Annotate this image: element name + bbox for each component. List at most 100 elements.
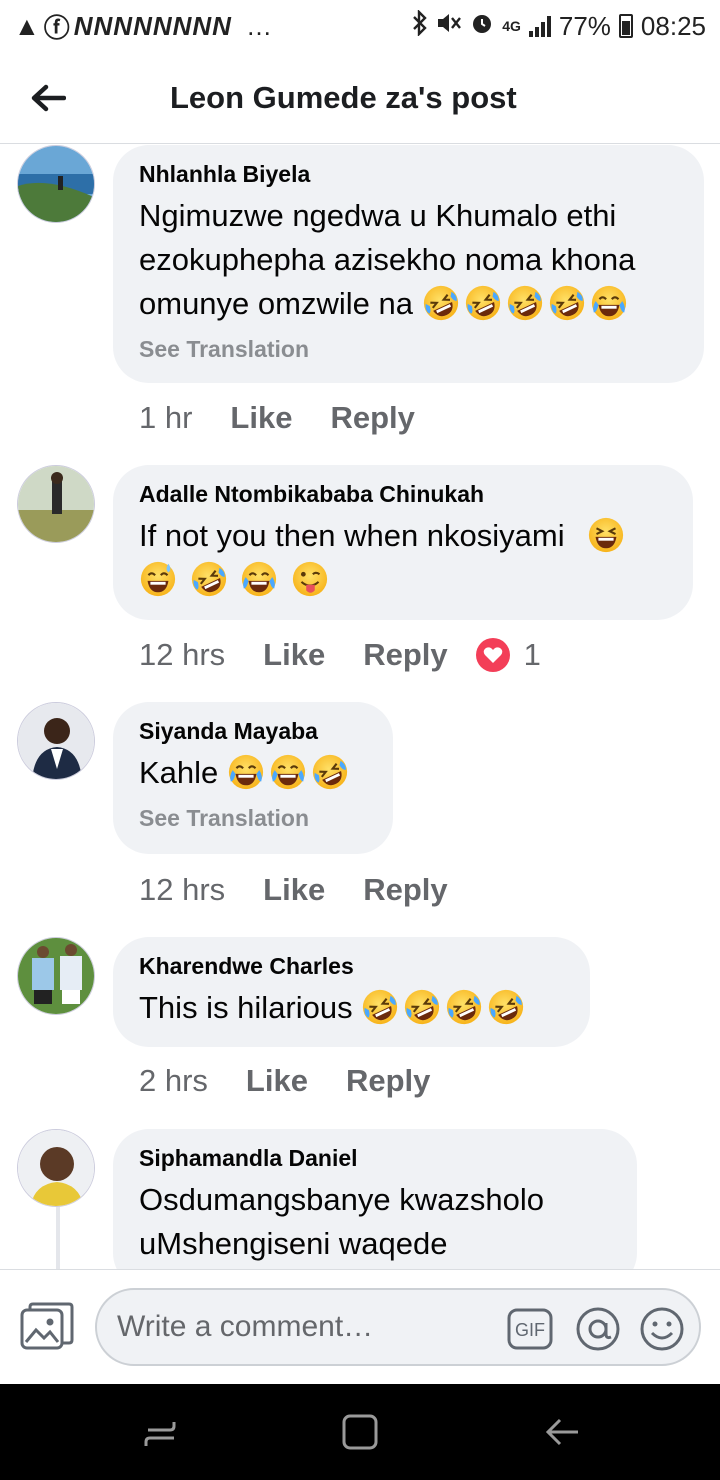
avatar[interactable] bbox=[17, 702, 95, 780]
comments-list[interactable]: Nhlanhla Biyela Ngimuzwe ngedwa u Khumal… bbox=[0, 145, 720, 1269]
laughing-emoji-icon bbox=[587, 516, 625, 554]
comment-time: 1 hr bbox=[139, 400, 193, 435]
comment-bubble[interactable]: Adalle Ntombikababa Chinukah If not you … bbox=[113, 465, 693, 620]
reply-button[interactable]: Reply bbox=[330, 400, 414, 436]
home-button[interactable] bbox=[340, 1412, 380, 1452]
comment-text: This is hilarious bbox=[139, 986, 564, 1030]
like-button[interactable]: Like bbox=[230, 400, 292, 436]
comment-actions: 12 hrs Like Reply bbox=[139, 872, 486, 908]
battery-percent: 77% bbox=[558, 10, 611, 41]
comment-text: If not you then when nkosiyami bbox=[139, 514, 667, 602]
comment-actions: 1 hr Like Reply bbox=[139, 400, 453, 436]
reply-thread-line bbox=[56, 1207, 60, 1269]
avatar[interactable] bbox=[17, 145, 95, 223]
smiley-icon bbox=[640, 1307, 684, 1351]
comment-bubble[interactable]: Siyanda Mayaba Kahle See Translation bbox=[113, 702, 393, 854]
rofl-emoji-icon bbox=[403, 988, 441, 1026]
comment-input[interactable] bbox=[117, 1310, 487, 1344]
home-icon bbox=[342, 1414, 378, 1450]
system-navigation-bar bbox=[0, 1384, 720, 1480]
comment-body: Kahle bbox=[139, 755, 219, 790]
photo-button[interactable] bbox=[20, 1302, 74, 1352]
rofl-emoji-icon bbox=[311, 753, 349, 791]
recents-button[interactable] bbox=[140, 1412, 180, 1452]
rofl-emoji-icon bbox=[190, 560, 228, 598]
reply-button[interactable]: Reply bbox=[346, 1063, 430, 1099]
see-translation-link[interactable]: See Translation bbox=[139, 336, 678, 363]
page-title: Leon Gumede za's post bbox=[170, 79, 517, 115]
like-button[interactable]: Like bbox=[246, 1063, 308, 1099]
alert-icon: ▲ bbox=[14, 10, 40, 41]
rofl-emoji-icon bbox=[487, 988, 525, 1026]
recents-icon bbox=[144, 1422, 176, 1446]
mute-icon bbox=[436, 11, 462, 42]
app-header: Leon Gumede za's post bbox=[0, 52, 720, 144]
photo-icon bbox=[20, 1302, 74, 1350]
heart-icon bbox=[475, 638, 510, 672]
battery-icon bbox=[618, 14, 633, 38]
joy-emoji-icon bbox=[240, 560, 278, 598]
facebook-notification-icon: ⓕ bbox=[43, 12, 70, 43]
rofl-emoji-icon bbox=[548, 284, 586, 322]
rofl-emoji-icon bbox=[506, 284, 544, 322]
rofl-emoji-icon bbox=[445, 988, 483, 1026]
wink-tongue-emoji-icon bbox=[291, 560, 329, 598]
reply-button[interactable]: Reply bbox=[363, 637, 447, 673]
like-button[interactable]: Like bbox=[263, 872, 325, 908]
joy-emoji-icon bbox=[269, 753, 307, 791]
alarm-icon bbox=[470, 11, 494, 42]
comment-author[interactable]: Adalle Ntombikababa Chinukah bbox=[139, 481, 667, 508]
back-button[interactable] bbox=[0, 52, 96, 144]
reaction-summary[interactable]: 1 bbox=[475, 637, 541, 673]
rofl-emoji-icon bbox=[464, 284, 502, 322]
comment-author[interactable]: Nhlanhla Biyela bbox=[139, 161, 678, 188]
comment-body: This is hilarious bbox=[139, 990, 353, 1025]
clock: 08:25 bbox=[640, 10, 706, 41]
back-nav-button[interactable] bbox=[542, 1412, 582, 1452]
gif-button[interactable]: GIF bbox=[507, 1306, 553, 1352]
comment-bubble[interactable]: Nhlanhla Biyela Ngimuzwe ngedwa u Khumal… bbox=[113, 145, 704, 383]
back-nav-icon bbox=[545, 1418, 578, 1446]
comment-time: 12 hrs bbox=[139, 637, 226, 672]
joy-emoji-icon bbox=[227, 753, 265, 791]
comment-time: 12 hrs bbox=[139, 872, 226, 907]
gif-label: GIF bbox=[515, 1320, 545, 1340]
rofl-emoji-icon bbox=[361, 988, 399, 1026]
network-type: 4G bbox=[502, 18, 521, 34]
comment-input-wrapper: GIF bbox=[95, 1288, 701, 1366]
comment-author[interactable]: Kharendwe Charles bbox=[139, 953, 564, 980]
bluetooth-icon bbox=[412, 8, 428, 43]
comment-composer: GIF bbox=[0, 1269, 720, 1384]
comment-text: Ngimuzwe ngedwa u Khumalo ethi ezokuphep… bbox=[139, 194, 678, 326]
at-sign-icon bbox=[576, 1307, 620, 1351]
comment-actions: 2 hrs Like Reply bbox=[139, 1063, 468, 1099]
status-left: ▲ ⓕ NNNNNNNN … bbox=[14, 8, 272, 45]
emoji-button[interactable] bbox=[639, 1306, 685, 1352]
comment-bubble[interactable]: Kharendwe Charles This is hilarious bbox=[113, 937, 590, 1047]
comment-text: Osdumangsbanye kwazsholo uMshengiseni wa… bbox=[139, 1182, 544, 1261]
avatar[interactable] bbox=[17, 465, 95, 543]
joy-emoji-icon bbox=[590, 284, 628, 322]
signal-icon bbox=[528, 15, 551, 37]
comment-author[interactable]: Siphamandla Daniel bbox=[139, 1145, 611, 1172]
like-button[interactable]: Like bbox=[263, 637, 325, 673]
sweat-smile-emoji-icon bbox=[139, 560, 177, 598]
comment-text: Kahle bbox=[139, 751, 367, 795]
reaction-count: 1 bbox=[523, 637, 541, 672]
see-translation-link[interactable]: See Translation bbox=[139, 805, 367, 832]
comment-body: If not you then when nkosiyami bbox=[139, 518, 565, 553]
status-bar: ▲ ⓕ NNNNNNNN … 4G 77% 08:25 bbox=[0, 0, 720, 52]
back-arrow-icon bbox=[31, 84, 66, 111]
comment-author[interactable]: Siyanda Mayaba bbox=[139, 718, 367, 745]
comment-bubble[interactable]: Siphamandla Daniel Osdumangsbanye kwazsh… bbox=[113, 1129, 637, 1269]
more-notifications-icon: … bbox=[245, 10, 272, 41]
avatar[interactable] bbox=[17, 937, 95, 1015]
rofl-emoji-icon bbox=[422, 284, 460, 322]
comment-time: 2 hrs bbox=[139, 1063, 208, 1098]
comment-actions: 12 hrs Like Reply 1 bbox=[139, 637, 541, 673]
mention-button[interactable] bbox=[575, 1306, 621, 1352]
notification-icons: NNNNNNNN bbox=[73, 10, 232, 41]
reply-button[interactable]: Reply bbox=[363, 872, 447, 908]
avatar[interactable] bbox=[17, 1129, 95, 1207]
status-right: 4G 77% 08:25 bbox=[412, 8, 706, 43]
